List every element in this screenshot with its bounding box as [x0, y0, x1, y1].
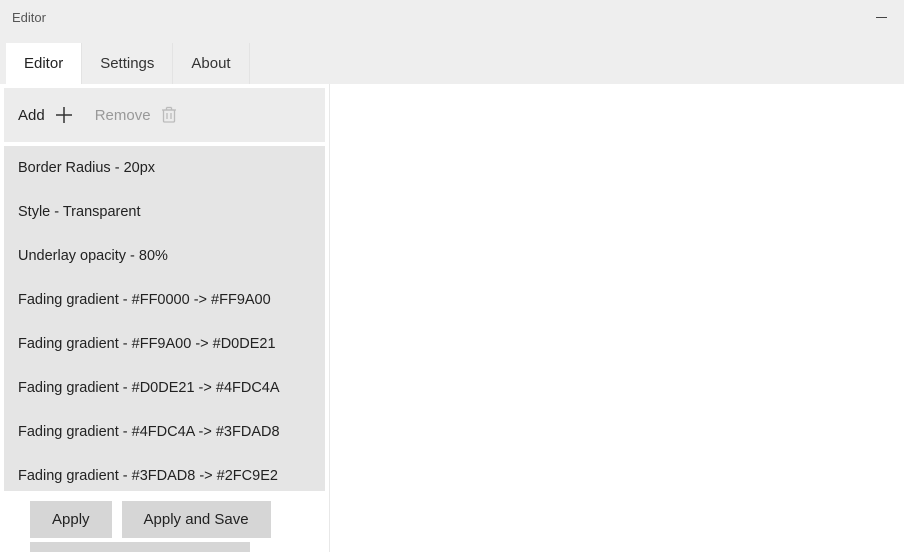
list-item[interactable]: Fading gradient - #3FDAD8 -> #2FC9E2 — [4, 454, 325, 491]
apply-button[interactable]: Apply — [30, 501, 112, 538]
list-item[interactable]: Fading gradient - #4FDC4A -> #3FDAD8 — [4, 410, 325, 454]
remove-label: Remove — [95, 107, 151, 124]
list-item-text: Fading gradient - #FF9A00 -> #D0DE21 — [18, 336, 276, 352]
apply-save-button[interactable]: Apply and Save — [122, 501, 271, 538]
list-item[interactable]: Border Radius - 20px — [4, 146, 325, 190]
apply-label: Apply — [52, 511, 90, 528]
tab-settings[interactable]: Settings — [82, 43, 173, 84]
tab-label: About — [191, 55, 230, 72]
action-button-row: Apply Apply and Save — [0, 495, 329, 540]
list-item-text: Fading gradient - #3FDAD8 -> #2FC9E2 — [18, 468, 278, 484]
remove-button[interactable]: Remove — [95, 106, 177, 124]
list-item[interactable]: Fading gradient - #FF9A00 -> #D0DE21 — [4, 322, 325, 366]
add-button[interactable]: Add — [18, 106, 73, 124]
tab-label: Settings — [100, 55, 154, 72]
list-item-text: Underlay opacity - 80% — [18, 248, 168, 264]
minimize-button[interactable] — [858, 0, 904, 34]
list-toolbar: Add Remove — [4, 88, 325, 142]
tab-editor[interactable]: Editor — [6, 43, 82, 84]
list-item[interactable]: Underlay opacity - 80% — [4, 234, 325, 278]
list-item-text: Style - Transparent — [18, 204, 141, 220]
window-title: Editor — [12, 10, 46, 25]
main-content: Add Remove — [0, 84, 904, 552]
list-item[interactable]: Fading gradient - #FF0000 -> #FF9A00 — [4, 278, 325, 322]
list-item-text: Fading gradient - #FF0000 -> #FF9A00 — [18, 292, 271, 308]
preview-area — [330, 84, 904, 552]
window-controls — [858, 0, 904, 34]
stub-row — [0, 540, 329, 552]
list-item-text: Fading gradient - #4FDC4A -> #3FDAD8 — [18, 424, 280, 440]
plus-icon — [55, 106, 73, 124]
list-item[interactable]: Style - Transparent — [4, 190, 325, 234]
minimize-icon — [876, 17, 887, 18]
stub-button[interactable] — [30, 542, 250, 552]
effect-list: Border Radius - 20px Style - Transparent… — [4, 146, 325, 491]
left-panel: Add Remove — [0, 84, 330, 552]
list-item-text: Fading gradient - #D0DE21 -> #4FDC4A — [18, 380, 280, 396]
window-titlebar: Editor — [0, 0, 904, 34]
effect-list-scroll[interactable]: Border Radius - 20px Style - Transparent… — [4, 146, 325, 491]
tab-label: Editor — [24, 55, 63, 72]
list-item-text: Border Radius - 20px — [18, 160, 155, 176]
list-item[interactable]: Fading gradient - #D0DE21 -> #4FDC4A — [4, 366, 325, 410]
add-label: Add — [18, 107, 45, 124]
apply-save-label: Apply and Save — [144, 511, 249, 528]
tab-about[interactable]: About — [173, 43, 249, 84]
trash-icon — [161, 106, 177, 124]
tab-bar: Editor Settings About — [0, 34, 904, 84]
